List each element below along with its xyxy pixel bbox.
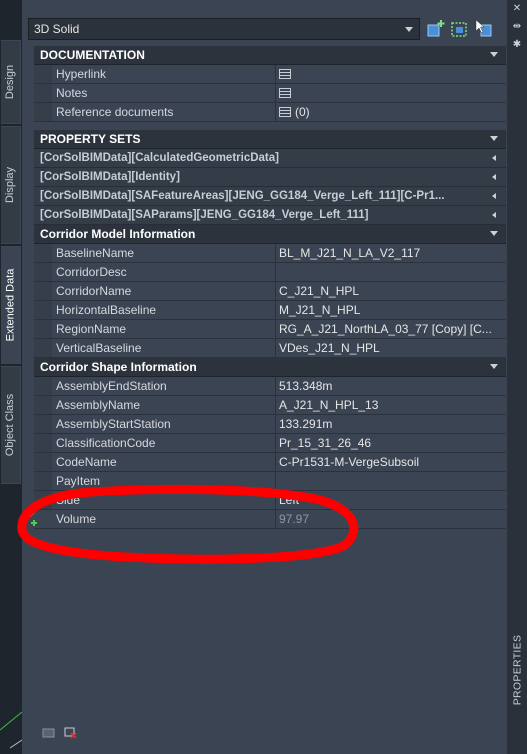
left-tab-strip: Design Display Extended Data Object Clas… [0,0,22,754]
property-row-assembly-end-station[interactable]: AssemblyEndStation 513.348m [34,377,506,396]
properties-menu-icon[interactable]: ✱ [511,40,523,50]
edit-field-icon[interactable] [279,69,291,79]
property-row-code-name[interactable]: CodeName C-Pr1531-M-VergeSubsoil [34,453,506,472]
collapse-chevron-icon [490,52,498,57]
property-set-calculated-geometric-data[interactable]: [CorSolBIMData][CalculatedGeometricData] [34,149,506,168]
object-type-select[interactable]: 3D Solid [28,18,420,40]
dropdown-arrow-icon [405,27,413,32]
property-row-horizontal-baseline[interactable]: HorizontalBaseline M_J21_N_HPL [34,301,506,320]
property-set-sa-params[interactable]: [CorSolBIMData][SAParams][JENG_GG184_Ver… [34,206,506,225]
property-set-sa-feature-areas[interactable]: [CorSolBIMData][SAFeatureAreas][JENG_GG1… [34,187,506,206]
collapse-chevron-icon [490,364,498,369]
edit-field-icon[interactable] [279,88,291,98]
property-row-baseline-name[interactable]: BaselineName BL_M_J21_N_LA_V2_117 [34,244,506,263]
expand-arrow-icon [492,212,496,218]
property-grid: DOCUMENTATION Hyperlink Notes Reference … [23,46,506,529]
tab-extended-data[interactable]: Extended Data [1,246,21,364]
expand-arrow-icon [492,193,496,199]
property-row-notes[interactable]: Notes [34,84,506,103]
remove-property-set-icon[interactable] [64,727,78,739]
property-row-assembly-start-station[interactable]: AssemblyStartStation 133.291m [34,415,506,434]
expand-arrow-icon [492,155,496,161]
select-objects-icon[interactable] [474,19,494,39]
property-set-identity[interactable]: [CorSolBIMData][Identity] [34,168,506,187]
property-row-region-name[interactable]: RegionName RG_A_J21_NorthLA_03_77 [Copy] … [34,320,506,339]
property-row-volume[interactable]: Volume 97.97 [23,510,506,529]
close-icon[interactable]: ✕ [511,4,523,14]
add-selection-icon[interactable] [426,19,446,39]
top-toolbar: 3D Solid [28,16,506,42]
property-row-vertical-baseline[interactable]: VerticalBaseline VDes_J21_N_HPL [34,339,506,358]
property-row-assembly-name[interactable]: AssemblyName A_J21_N_HPL_13 [34,396,506,415]
property-row-corridor-desc[interactable]: CorridorDesc [34,263,506,282]
palette-title: PROPERTIES [511,634,523,706]
expand-arrow-icon [492,174,496,180]
section-corridor-model-information[interactable]: Corridor Model Information [34,225,506,244]
right-palette-strip: ✕ ⇹ ✱ PROPERTIES [507,0,527,754]
edit-field-icon[interactable] [279,107,291,117]
auto-hide-icon[interactable]: ⇹ [511,22,523,32]
calculated-property-icon [23,511,37,526]
tool-palette-icon[interactable] [42,727,56,739]
tab-design[interactable]: Design [1,40,21,124]
quick-select-icon[interactable] [450,19,470,39]
section-property-sets[interactable]: PROPERTY SETS [34,130,506,149]
section-documentation[interactable]: DOCUMENTATION [34,46,506,65]
section-corridor-shape-information[interactable]: Corridor Shape Information [34,358,506,377]
properties-panel: 3D Solid DOCUMENTATION Hyperlink Notes R… [22,0,507,754]
property-row-classification-code[interactable]: ClassificationCode Pr_15_31_26_46 [34,434,506,453]
property-row-reference-documents[interactable]: Reference documents (0) [34,103,506,122]
property-row-pay-item[interactable]: PayItem [34,472,506,491]
viewport-edge-line [0,711,22,749]
tab-object-class[interactable]: Object Class [1,366,21,484]
tab-display[interactable]: Display [1,126,21,244]
collapse-chevron-icon [490,136,498,141]
property-row-corridor-name[interactable]: CorridorName C_J21_N_HPL [34,282,506,301]
property-row-hyperlink[interactable]: Hyperlink [34,65,506,84]
collapse-chevron-icon [490,231,498,236]
property-row-side[interactable]: Side Left [34,491,506,510]
